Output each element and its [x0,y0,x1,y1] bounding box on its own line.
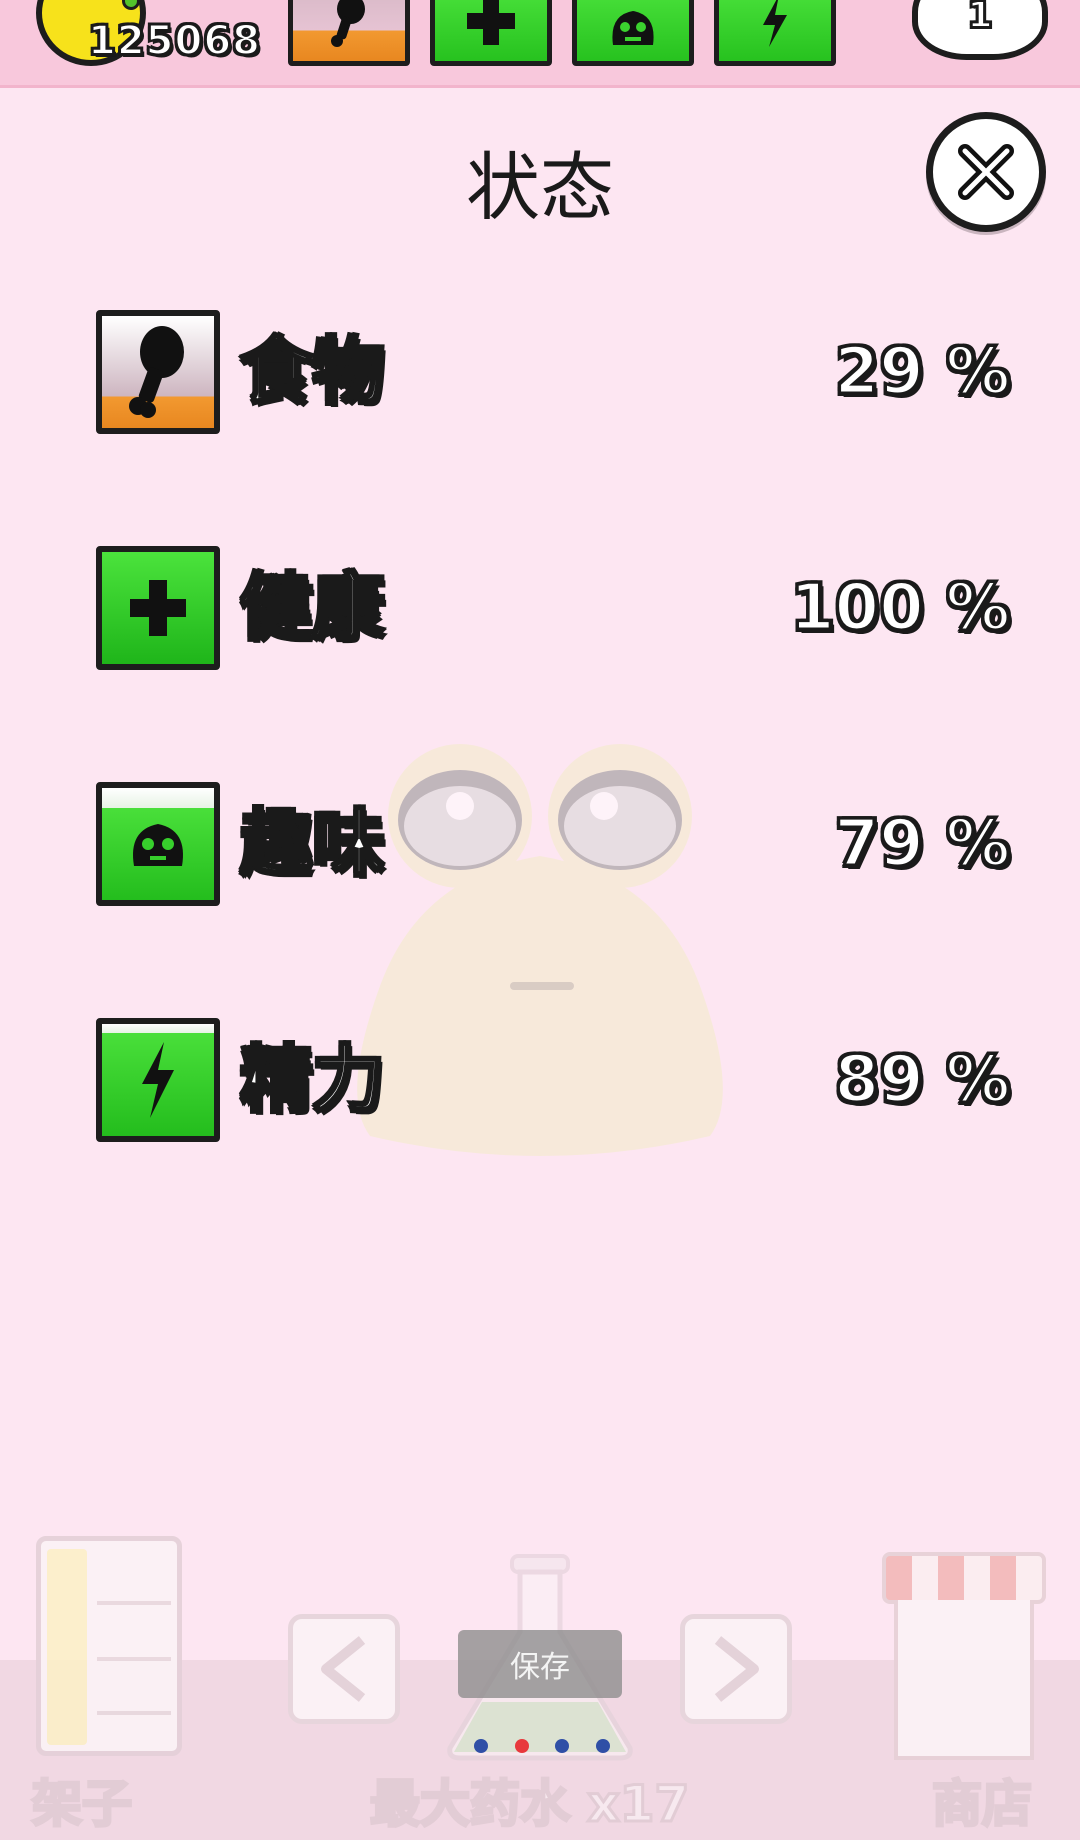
drumstick-icon [129,326,184,418]
chevron-left-icon [321,1636,366,1702]
lightning-icon [142,1042,174,1118]
save-button[interactable]: 保存 [458,1630,622,1698]
stat-label: 精力 [238,1036,385,1123]
shop-awning [882,1552,1046,1604]
pou-face-icon [133,824,183,866]
stat-row-health: 健康 100 % [96,546,1016,670]
food-status-button[interactable] [288,0,410,66]
level-badge[interactable]: 1 [912,0,1048,60]
energy-status-button[interactable] [714,0,836,66]
page-dot[interactable] [474,1739,488,1753]
fridge-door [47,1549,87,1745]
stat-label: 趣味 [238,800,385,887]
page-dot[interactable] [595,1739,610,1753]
page-dot-active[interactable] [514,1739,529,1753]
prev-item-button[interactable] [288,1614,400,1724]
plus-icon [467,0,515,45]
fridge-shelf [97,1711,171,1715]
top-status-bar: 125068 1 [0,0,1080,88]
next-item-button[interactable] [680,1614,792,1724]
shelf-label: 架子 [31,1774,134,1835]
chevron-right-icon [714,1636,759,1702]
level-number: 1 [966,0,993,37]
pou-face-icon [612,11,654,45]
stat-value: 100 % [789,570,1012,647]
stat-label: 健康 [238,564,385,651]
shop-label: 商店 [931,1774,1034,1835]
fun-stat-icon-box [96,782,220,906]
plus-icon [130,580,186,636]
coin-count: 125068 [87,17,261,65]
stat-label: 食物 [238,328,385,415]
energy-stat-icon-box [96,1018,220,1142]
stat-value: 79 % [833,806,1011,883]
page-dot[interactable] [555,1739,570,1753]
stat-value: 89 % [833,1042,1011,1119]
pou-mouth [510,982,574,990]
fridge-button[interactable] [36,1536,182,1756]
potion-label: 最大药水 x17 [368,1774,690,1835]
fridge-shelf [97,1657,171,1661]
shop-button[interactable] [882,1552,1046,1760]
fun-status-button[interactable] [572,0,694,66]
health-status-button[interactable] [430,0,552,66]
stat-row-fun: 趣味 79 % [96,782,1016,906]
drumstick-icon [331,0,365,47]
health-stat-icon-box [96,546,220,670]
lightning-icon [763,0,787,47]
stat-row-energy: 精力 89 % [96,1018,1016,1142]
close-button[interactable] [926,112,1046,232]
panel-title: 状态 [466,145,614,231]
fridge-shelf [97,1601,171,1605]
shop-body [894,1600,1034,1760]
close-x-icon [958,144,1014,200]
food-stat-icon-box [96,310,220,434]
stat-row-food: 食物 29 % [96,310,1016,434]
stat-value: 29 % [833,334,1011,411]
page-indicator [474,1738,610,1754]
